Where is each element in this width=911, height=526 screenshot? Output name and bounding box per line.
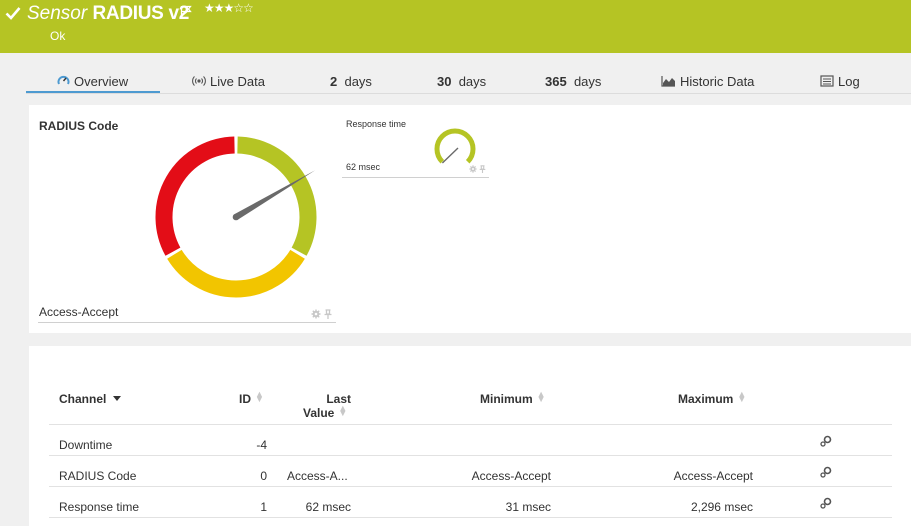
small-gauge-needle (441, 147, 459, 164)
tab-365-days-label: days (573, 74, 602, 89)
table-row-radius-code-min: Access-Accept (471, 469, 551, 483)
tab-log[interactable]: Log (820, 74, 860, 89)
col-header-id[interactable]: ID ▲ ▼ (239, 389, 264, 407)
sort-icon: ▲ ▼ (338, 403, 348, 418)
overview-gauge-icon (57, 75, 70, 85)
gauge-divider (38, 322, 336, 323)
tab-30-days-label: days (458, 74, 487, 89)
channels-table: Channel ID ▲ ▼ Last Value ▲ ▼ Minimum ▲ ▼ Maxi… (29, 346, 911, 526)
sensor-status: Ok (50, 29, 66, 43)
tab-30-days-num: 30 (437, 74, 452, 89)
sort-icon: ▲ ▼ (737, 389, 747, 404)
table-row-downtime-channel[interactable]: Downtime (59, 438, 112, 452)
gauge-tools (311, 309, 332, 322)
table-row-response-time-min: 31 msec (505, 500, 551, 514)
tab-live-data-label: Live Data (210, 74, 265, 89)
channel-settings-icon[interactable] (820, 435, 832, 447)
priority-stars[interactable]: ★★★☆☆ (204, 1, 254, 15)
tab-bar: Overview Live Data 2 days 30 days 365 da… (26, 67, 911, 94)
tab-2-days-num: 2 (330, 74, 338, 89)
tab-log-label: Log (838, 74, 860, 89)
tab-365-days-num: 365 (545, 74, 567, 89)
row-divider (49, 486, 892, 487)
sensor-title: Sensor RADIUS v2 (27, 3, 189, 25)
gauges-panel: RADIUS Code Access-Accept Response time … (29, 105, 911, 333)
sort-icon: ▲ ▼ (536, 389, 546, 404)
header-divider (49, 424, 892, 425)
sort-desc-icon (112, 396, 121, 401)
col-header-minimum[interactable]: Minimum ▲ ▼ (480, 389, 546, 407)
live-data-icon (192, 76, 206, 86)
tab-365-days[interactable]: 365 days (545, 74, 601, 89)
tab-30-days[interactable]: 30 days (437, 74, 486, 89)
response-gauge-value: 62 msec (346, 162, 381, 172)
table-row-radius-code-channel[interactable]: RADIUS Code (59, 469, 136, 483)
area-chart-icon (661, 76, 675, 87)
active-tab-indicator (26, 91, 160, 93)
table-row-radius-code-max: Access-Accept (673, 469, 753, 483)
small-gauge-arc (434, 128, 476, 164)
table-row-response-time-last: 62 msec (305, 500, 351, 514)
gauge-arc-green (237, 136, 317, 256)
col-header-last-value-line2[interactable]: Value ▲ ▼ (303, 403, 348, 421)
tab-2-days-label: days (344, 74, 372, 89)
tab-2-days[interactable]: 2 days (330, 74, 372, 89)
channel-settings-icon[interactable] (820, 466, 832, 478)
settings-gear-icon[interactable] (311, 309, 321, 319)
sort-icon: ▲ ▼ (255, 389, 264, 404)
response-gauge-divider (342, 177, 489, 178)
flag-icon[interactable] (180, 5, 192, 18)
row-divider (49, 517, 892, 518)
settings-gear-icon[interactable] (469, 165, 477, 173)
table-row-response-time-channel[interactable]: Response time (59, 500, 139, 514)
gauge-arc-red (155, 136, 235, 256)
col-header-channel-label: Channel (59, 392, 107, 406)
radius-code-gauge (155, 136, 317, 298)
small-gauge-tools (469, 165, 486, 175)
row-divider (49, 455, 892, 456)
col-header-maximum-label: Maximum (678, 392, 734, 406)
sensor-header: Sensor RADIUS v2 ★★★☆☆ Ok (0, 0, 911, 53)
gauge-arc-yellow (167, 249, 305, 298)
radius-gauge-title: RADIUS Code (39, 119, 119, 133)
col-header-maximum[interactable]: Maximum ▲ ▼ (678, 389, 747, 407)
table-row-radius-code-id: 0 (260, 469, 267, 483)
table-row-response-time-id: 1 (260, 500, 267, 514)
channel-settings-icon[interactable] (820, 497, 832, 509)
tab-historic-data[interactable]: Historic Data (661, 74, 754, 89)
sensor-title-name: RADIUS v2 (92, 3, 190, 24)
radius-gauge-value: Access-Accept (39, 305, 119, 319)
pin-icon[interactable] (479, 165, 486, 173)
table-row-response-time-max: 2,296 msec (690, 500, 753, 514)
col-header-id-label: ID (239, 392, 251, 406)
col-header-minimum-label: Minimum (480, 392, 533, 406)
col-header-value-label: Value (303, 406, 335, 420)
tab-historic-data-label: Historic Data (680, 74, 755, 89)
log-list-icon (820, 75, 834, 87)
response-gauge-title: Response time (346, 119, 407, 129)
gauge-hub (232, 213, 240, 221)
pin-icon[interactable] (324, 309, 332, 319)
tab-live-data[interactable]: Live Data (192, 74, 265, 89)
tab-overview[interactable]: Overview (57, 74, 128, 89)
check-icon (5, 7, 21, 20)
sensor-title-prefix: Sensor (27, 3, 88, 24)
table-row-radius-code-last: Access-A... (287, 469, 348, 483)
table-row-downtime-id: -4 (256, 438, 267, 452)
col-header-channel[interactable]: Channel (59, 392, 121, 406)
tab-overview-label: Overview (74, 74, 129, 89)
